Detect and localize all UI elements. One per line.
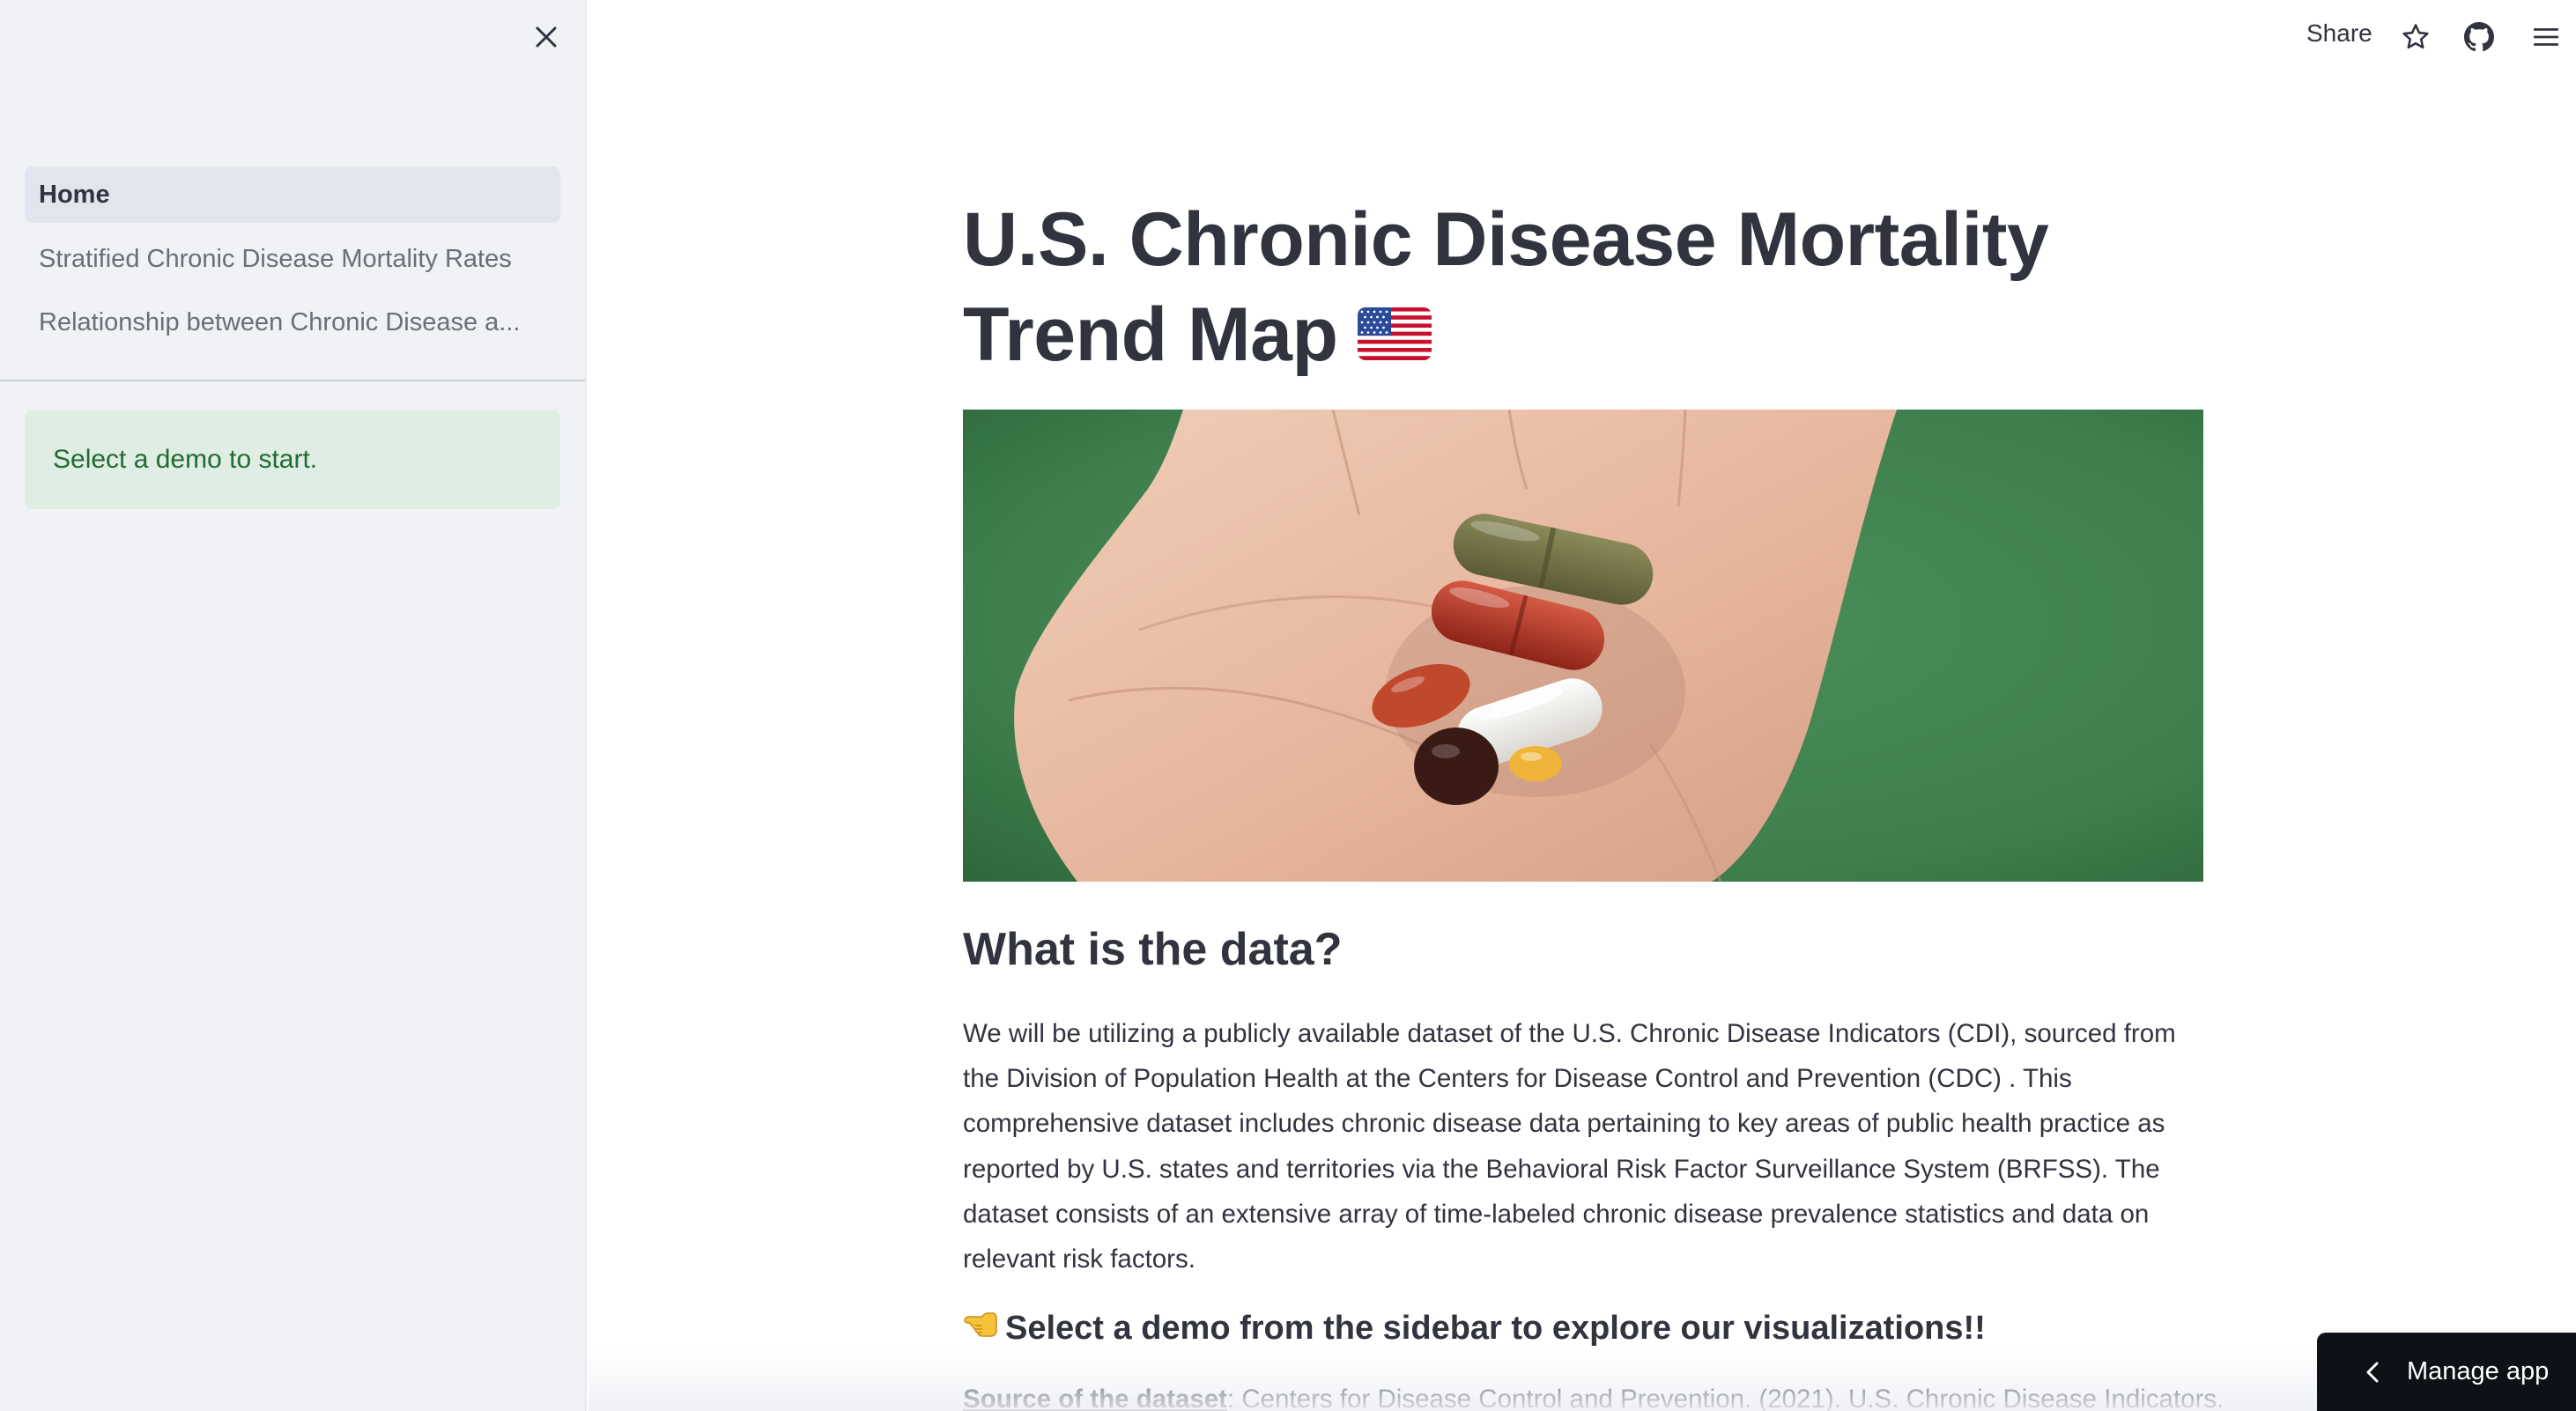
sidebar-item-stratified-mortality[interactable]: Stratified Chronic Disease Mortality Rat… — [25, 231, 560, 287]
close-icon — [536, 26, 557, 48]
star-icon — [2402, 24, 2429, 49]
sidebar-item-home[interactable]: Home — [25, 166, 560, 223]
cta-heading: Select a demo from the sidebar to explor… — [963, 1308, 1986, 1348]
page-title: U.S. Chronic Disease Mortality Trend Map — [963, 192, 2203, 388]
hero-image — [963, 410, 2203, 882]
star-button[interactable] — [2396, 18, 2435, 56]
app-root: Home Stratified Chronic Disease Mortalit… — [0, 0, 2576, 1411]
sidebar-item-label: Home — [39, 180, 110, 209]
source-label: Source of the dataset — [963, 1385, 1227, 1411]
manage-app-label: Manage app — [2407, 1357, 2550, 1385]
info-message: Select a demo to start. — [53, 445, 318, 474]
sidebar-info-alert: Select a demo to start. — [25, 410, 560, 509]
sidebar-item-label: Stratified Chronic Disease Mortality Rat… — [39, 244, 512, 273]
manage-app-button[interactable]: Manage app — [2317, 1333, 2576, 1411]
chevron-left-icon — [2363, 1360, 2382, 1385]
dataset-source: Source of the dataset: Centers for Disea… — [963, 1385, 2232, 1411]
page-title-text: U.S. Chronic Disease Mortality Trend Map — [963, 197, 2049, 377]
main-content: U.S. Chronic Disease Mortality Trend Map — [963, 0, 2224, 1411]
github-button[interactable] — [2460, 18, 2498, 56]
sidebar-divider — [0, 380, 585, 381]
description-paragraph: We will be utilizing a publicly availabl… — [963, 1019, 2176, 1274]
section-heading: What is the data? — [963, 924, 1343, 975]
cta-text: Select a demo from the sidebar to explor… — [1005, 1309, 1986, 1347]
share-button[interactable]: Share — [2306, 19, 2372, 48]
sidebar-item-relationship[interactable]: Relationship between Chronic Disease a..… — [25, 294, 560, 351]
hand-holding-pills-image — [963, 410, 2203, 882]
github-icon — [2464, 22, 2494, 52]
hamburger-menu-icon — [2533, 28, 2559, 46]
sidebar-item-label: Relationship between Chronic Disease a..… — [39, 307, 521, 336]
source-text: : Centers for Disease Control and Preven… — [1226, 1385, 2224, 1411]
sidebar: Home Stratified Chronic Disease Mortalit… — [0, 0, 587, 1411]
close-sidebar-button[interactable] — [527, 18, 566, 56]
pointing-left-hand-icon — [963, 1308, 998, 1348]
flag-usa-icon — [1357, 287, 1432, 382]
main-menu-button[interactable] — [2527, 18, 2565, 56]
